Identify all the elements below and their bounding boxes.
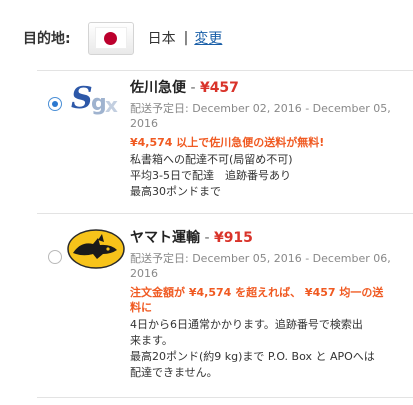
destination-label: 目的地: bbox=[23, 31, 71, 47]
country-name: 日本 bbox=[147, 31, 176, 47]
note-line: 最高20ポンド(約9 kg)まで P.O. Box と APOへは bbox=[130, 350, 375, 363]
note-line: 4日から6日通常かかります。追跡番号で検索出 bbox=[130, 318, 363, 331]
japan-flag-icon bbox=[94, 27, 127, 49]
carrier-price: ¥915 bbox=[213, 230, 253, 246]
carrier-name: 佐川急便 bbox=[130, 80, 186, 96]
delivery-date: 配送予定日: December 05, 2016 - December 06, … bbox=[130, 251, 400, 281]
sagawa-logo-icon: S g x bbox=[71, 81, 118, 117]
yamato-title: ヤマト運輸 - ¥915 bbox=[130, 229, 400, 247]
divider bbox=[37, 213, 413, 214]
svg-text:x: x bbox=[105, 93, 118, 117]
country-flag-button[interactable] bbox=[87, 21, 134, 55]
carrier-notes: 私書箱への配達不可(局留め不可) 平均3-5日で配達 追跡番号あり 最高30ポン… bbox=[130, 152, 400, 200]
note-line: 平均3-5日で配達 追跡番号あり bbox=[130, 169, 291, 182]
note-line: 最高30ポンドまで bbox=[130, 185, 221, 198]
divider bbox=[37, 397, 413, 398]
note-line: 私書箱への配達不可(局留め不可) bbox=[130, 153, 293, 166]
yamato-radio[interactable] bbox=[48, 250, 62, 264]
delivery-date-line: 2016 bbox=[130, 267, 158, 280]
title-dash: - bbox=[200, 230, 214, 246]
delivery-date-line: 配送予定日: December 05, 2016 - December 06, bbox=[130, 252, 391, 265]
separator: | bbox=[183, 30, 189, 46]
carrier-notes: 4日から6日通常かかります。追跡番号で検索出 来ます。 最高20ポンド(約9 k… bbox=[130, 317, 400, 381]
destination-row: 目的地: 日本 | 変更 bbox=[23, 20, 222, 56]
promo-line: 注文金額が ¥4,574 を超えれば、 ¥457 均一の送 bbox=[130, 286, 384, 299]
note-line: 来ます。 bbox=[130, 334, 173, 347]
flat-rate-promo: 注文金額が ¥4,574 を超えれば、 ¥457 均一の送 料に bbox=[130, 285, 400, 315]
title-dash: - bbox=[186, 80, 200, 96]
sagawa-title: 佐川急便 - ¥457 bbox=[130, 79, 400, 97]
promo-line: 料に bbox=[130, 301, 152, 314]
note-line: 配達できません。 bbox=[130, 366, 218, 379]
yamato-option: ヤマト運輸 - ¥915 配送予定日: December 05, 2016 - … bbox=[130, 229, 400, 381]
change-country-link[interactable]: 変更 bbox=[194, 28, 222, 48]
sagawa-option: 佐川急便 - ¥457 配送予定日: December 02, 2016 - D… bbox=[130, 79, 400, 200]
yamato-logo-icon bbox=[67, 229, 125, 269]
flag-disc bbox=[104, 31, 118, 45]
svg-text:S: S bbox=[71, 81, 93, 116]
delivery-date: 配送予定日: December 02, 2016 - December 05, … bbox=[130, 101, 400, 131]
delivery-date-line: 2016 bbox=[130, 117, 158, 130]
sagawa-radio[interactable] bbox=[48, 97, 62, 111]
divider bbox=[37, 70, 413, 71]
carrier-name: ヤマト運輸 bbox=[130, 230, 200, 246]
delivery-date-line: 配送予定日: December 02, 2016 - December 05, bbox=[130, 102, 391, 115]
carrier-price: ¥457 bbox=[199, 80, 239, 96]
free-shipping-promo: ¥4,574 以上で佐川急便の送料が無料! bbox=[130, 136, 325, 149]
